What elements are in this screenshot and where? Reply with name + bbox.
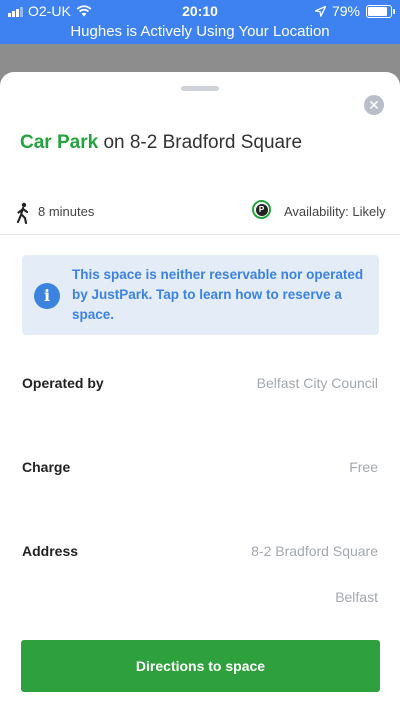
title-rest: on 8-2 Bradford Square xyxy=(98,132,303,153)
directions-button[interactable]: Directions to space xyxy=(21,640,380,692)
location-banner[interactable]: Hughes is Actively Using Your Location xyxy=(0,22,400,44)
status-bar: O2-UK 20:10 79% xyxy=(0,0,400,22)
availability-icon: P xyxy=(252,200,271,219)
walking-person-icon xyxy=(16,202,29,224)
sheet-grabber-handle[interactable] xyxy=(181,86,219,91)
reservation-info-banner[interactable]: i This space is neither reservable nor o… xyxy=(22,255,379,335)
close-icon: ✕ xyxy=(368,97,380,113)
walk-time: 8 minutes xyxy=(38,204,95,219)
charge-label: Charge xyxy=(22,459,71,475)
parking-detail-sheet: ✕ Car Park on 8-2 Bradford Square 8 minu… xyxy=(0,72,400,712)
battery-fill xyxy=(368,6,387,16)
battery-percent: 79% xyxy=(331,3,360,19)
address-line-1: 8-2 Bradford Square xyxy=(251,543,378,559)
battery-icon xyxy=(366,4,395,18)
location-arrow-icon xyxy=(314,5,326,17)
divider xyxy=(0,234,400,235)
parking-badge: P xyxy=(255,203,268,216)
address-line-2: Belfast xyxy=(335,589,378,605)
page-title: Car Park on 8-2 Bradford Square xyxy=(20,132,302,154)
availability-text: Availability: Likely xyxy=(284,204,386,219)
charge-value: Free xyxy=(349,459,378,475)
address-label: Address xyxy=(22,543,79,559)
meta-row: 8 minutes P Availability: Likely xyxy=(0,200,400,234)
operated-by-value: Belfast City Council xyxy=(256,375,378,391)
info-icon: i xyxy=(34,283,60,309)
title-accent: Car Park xyxy=(20,132,99,153)
status-right: 79% xyxy=(314,3,395,19)
operated-by-label: Operated by xyxy=(22,375,104,391)
info-text: This space is neither reservable nor ope… xyxy=(72,267,364,322)
close-button[interactable]: ✕ xyxy=(364,95,384,115)
